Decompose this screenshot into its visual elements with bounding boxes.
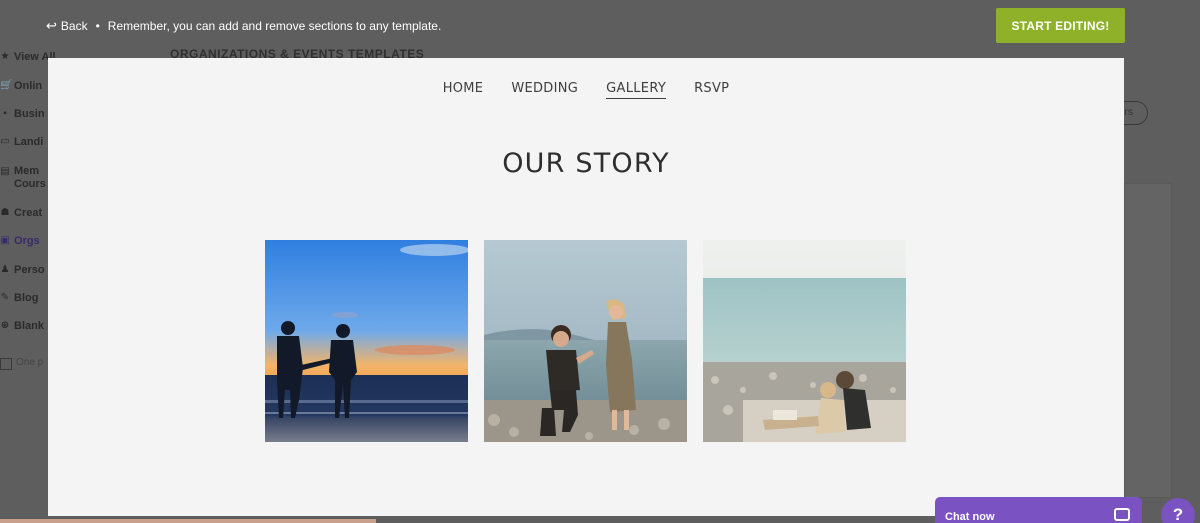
sidebar-item-business[interactable]: ▪ Busin bbox=[0, 108, 45, 120]
chat-now-label: Chat now bbox=[945, 511, 995, 523]
sidebar-item-blog[interactable]: ✎ Blog bbox=[0, 292, 39, 304]
sidebar-item-label: Blog bbox=[14, 292, 39, 304]
template-notice: Remember, you can add and remove section… bbox=[107, 19, 442, 33]
chat-bubble-icon bbox=[1114, 508, 1130, 521]
back-arrow-icon: ↩ bbox=[46, 18, 57, 33]
one-page-checkbox-label: One p bbox=[16, 357, 44, 368]
pen-icon: ✎ bbox=[0, 292, 10, 303]
sidebar-item-label: Creat bbox=[14, 207, 43, 219]
background-bottom-bar bbox=[0, 519, 376, 523]
star-icon: ★ bbox=[0, 51, 10, 62]
sidebar-item-blank[interactable]: ⊕ Blank bbox=[0, 320, 44, 332]
palette-icon: ☗ bbox=[0, 207, 10, 218]
sidebar-item-label: Onlin bbox=[14, 80, 43, 92]
nav-wedding[interactable]: WEDDING bbox=[511, 81, 578, 99]
sidebar-item-orgs[interactable]: ▣ Orgs bbox=[0, 235, 40, 247]
sidebar-item-label: Perso bbox=[14, 264, 45, 276]
sidebar-item-landing[interactable]: ▭ Landi bbox=[0, 136, 43, 148]
template-nav: HOME WEDDING GALLERY RSVP bbox=[48, 81, 1124, 99]
back-label: Back bbox=[60, 19, 88, 33]
sidebar-item-label: Blank bbox=[14, 320, 44, 332]
one-page-checkbox[interactable] bbox=[0, 358, 12, 370]
briefcase-icon: ▪ bbox=[3, 108, 7, 119]
sidebar-item-membership-courses[interactable]: ▤ Mem Cours bbox=[0, 165, 46, 191]
nav-rsvp[interactable]: RSVP bbox=[694, 81, 729, 99]
couple-sunset-beach-photo[interactable] bbox=[265, 240, 468, 442]
cart-icon: 🛒 bbox=[0, 80, 13, 91]
separator-bullet: • bbox=[95, 19, 100, 33]
page-title: OUR STORY bbox=[502, 148, 670, 179]
chat-now-widget[interactable]: Chat now bbox=[935, 497, 1142, 523]
sidebar-item-label: Busin bbox=[14, 108, 45, 120]
template-preview: HOME WEDDING GALLERY RSVP OUR STORY bbox=[48, 58, 1124, 516]
preview-toolbar: ↩ Back • Remember, you can add and remov… bbox=[46, 18, 441, 34]
calendar-icon: ▣ bbox=[0, 235, 10, 246]
id-card-icon: ▤ bbox=[0, 166, 10, 177]
proposal-on-beach-photo[interactable] bbox=[484, 240, 687, 442]
sidebar-item-label: Mem Cours bbox=[14, 165, 46, 190]
sidebar-item-creative[interactable]: ☗ Creat bbox=[0, 207, 43, 219]
nav-home[interactable]: HOME bbox=[443, 81, 484, 99]
background-panel bbox=[1124, 183, 1172, 498]
person-icon: ♟ bbox=[0, 264, 10, 275]
sidebar-item-personal[interactable]: ♟ Perso bbox=[0, 264, 45, 276]
start-editing-button[interactable]: START EDITING! bbox=[996, 8, 1125, 43]
photo-gallery bbox=[265, 240, 906, 442]
plus-circle-icon: ⊕ bbox=[0, 320, 10, 331]
sidebar-item-online-store[interactable]: 🛒 Onlin bbox=[0, 80, 42, 92]
sidebar-item-label: Landi bbox=[14, 136, 44, 148]
couple-relaxing-shore-photo[interactable] bbox=[703, 240, 906, 442]
back-button[interactable]: ↩ Back bbox=[46, 18, 88, 34]
window-icon: ▭ bbox=[0, 136, 10, 147]
nav-gallery[interactable]: GALLERY bbox=[606, 81, 667, 99]
sidebar-item-label: Orgs bbox=[14, 235, 40, 247]
